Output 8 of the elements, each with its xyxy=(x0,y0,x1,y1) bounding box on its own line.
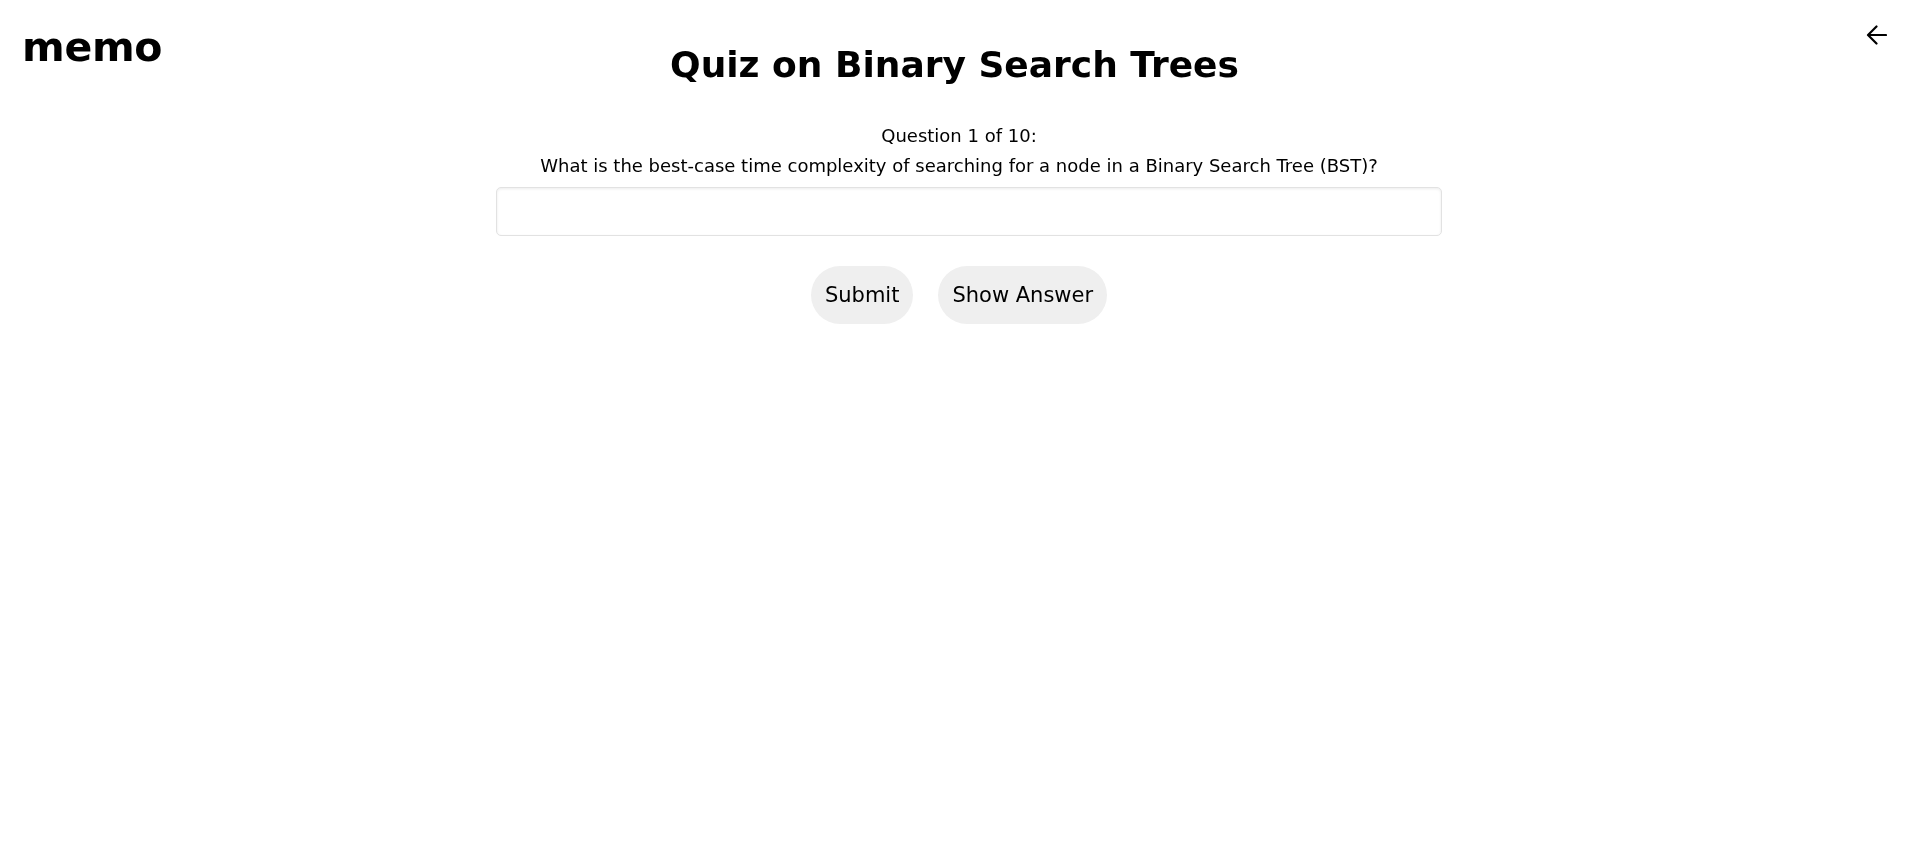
page-title: Quiz on Binary Search Trees xyxy=(670,43,1239,87)
question-counter: Question 1 of 10: xyxy=(881,124,1037,148)
answer-field[interactable] xyxy=(496,187,1442,236)
app-logo: memo xyxy=(22,27,163,68)
question-text: What is the best-case time complexity of searching for a node in a Binary Search Tree (BST)? xyxy=(540,154,1378,178)
show-answer-button[interactable]: Show Answer xyxy=(938,266,1108,324)
submit-button[interactable]: Submit xyxy=(810,266,914,324)
back-arrow-icon[interactable] xyxy=(1866,25,1887,45)
